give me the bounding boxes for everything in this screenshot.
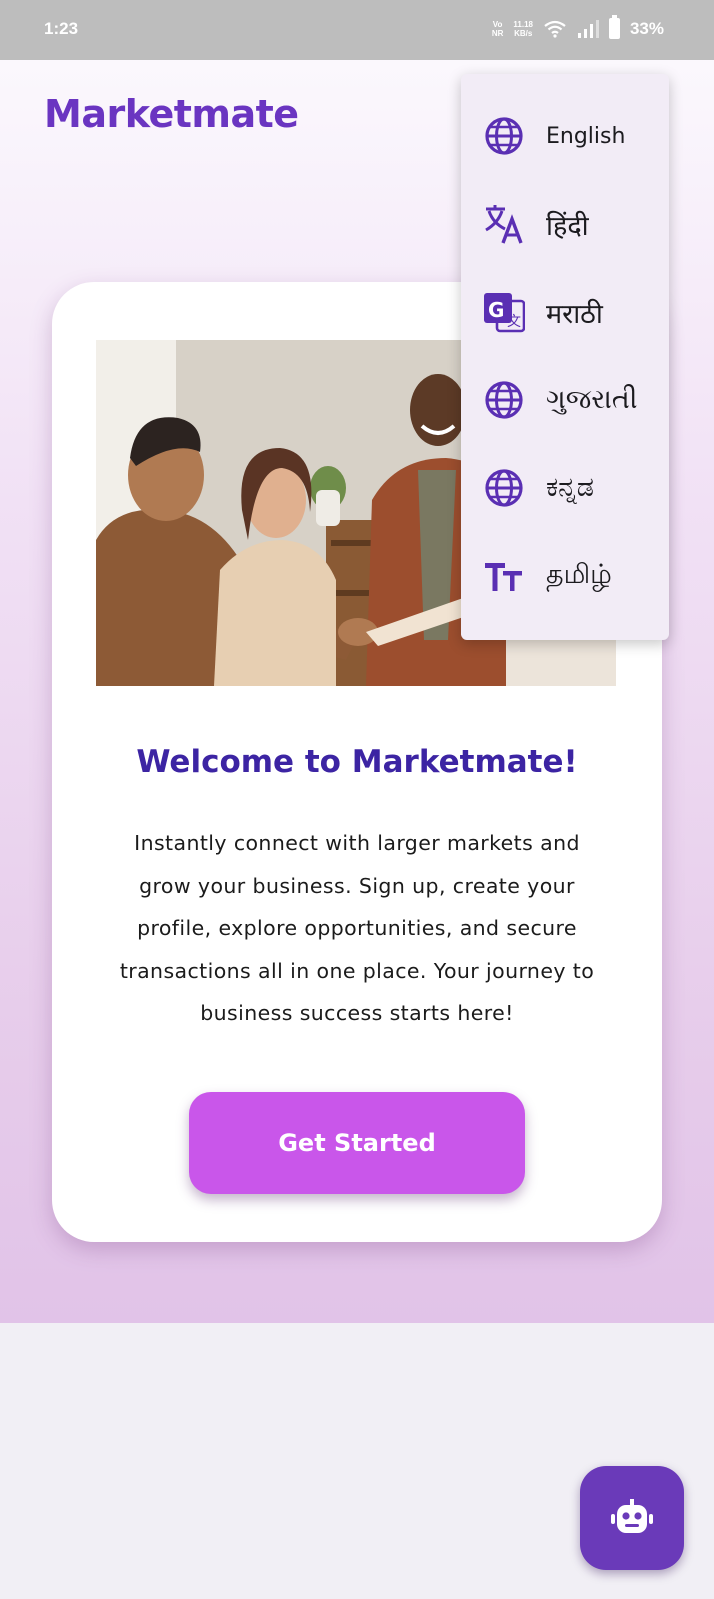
brand-title: Marketmate <box>44 92 299 136</box>
google-translate-icon: G 文 <box>483 291 525 333</box>
status-bar: 1:23 Vo NR 11.18 KB/s 33% <box>0 0 714 60</box>
language-option-marathi[interactable]: G 文 मराठी <box>461 268 669 356</box>
language-label: हिंदी <box>546 210 589 242</box>
language-option-gujarati[interactable]: ગુજરાતી <box>461 356 669 444</box>
language-label: ಕನ್ನಡ <box>546 472 595 503</box>
get-started-button[interactable]: Get Started <box>189 1092 525 1194</box>
language-option-hindi[interactable]: हिंदी <box>461 180 669 268</box>
volte-bottom: NR <box>491 28 504 38</box>
signal-icon <box>577 19 599 38</box>
language-option-kannada[interactable]: ಕನ್ನಡ <box>461 444 669 532</box>
chatbot-button[interactable] <box>580 1466 684 1570</box>
volte-top: Vo <box>492 19 503 29</box>
network-speed-value: 11.18 <box>513 19 533 29</box>
welcome-title: Welcome to Marketmate! <box>136 744 578 780</box>
svg-text:G: G <box>488 298 504 322</box>
svg-text:文: 文 <box>507 314 521 330</box>
language-option-tamil[interactable]: தமிழ் <box>461 532 669 620</box>
text-size-icon <box>483 555 525 597</box>
language-label: English <box>546 123 626 149</box>
language-label: ગુજરાતી <box>546 384 638 415</box>
language-label: தமிழ் <box>546 558 612 590</box>
description-line: business success starts here! <box>200 1001 514 1025</box>
language-menu: English हिंदी G 文 मराठी ગુજરાતી ಕನ್ನಡ தம… <box>461 74 669 640</box>
description-line: transactions all in one place. Your jour… <box>119 958 595 983</box>
status-time: 1:23 <box>44 19 79 38</box>
network-speed: 11.18 KB/s <box>513 20 533 38</box>
battery-icon <box>608 15 620 39</box>
language-label: मराठी <box>546 298 603 330</box>
network-speed-unit: KB/s <box>514 28 533 38</box>
battery-percent: 33% <box>629 18 664 38</box>
wifi-icon <box>544 20 566 38</box>
globe-icon <box>483 379 525 421</box>
robot-icon <box>611 1499 653 1533</box>
description-line: grow your business. Sign up, create your <box>139 873 575 898</box>
globe-icon <box>483 467 525 509</box>
language-option-english[interactable]: English <box>461 92 669 180</box>
translate-icon <box>483 203 525 245</box>
status-indicators: Vo NR 11.18 KB/s 33% <box>492 15 664 39</box>
volte-indicator: Vo NR <box>492 20 504 38</box>
welcome-description: Instantly connect with larger markets an… <box>92 822 622 1035</box>
description-line: profile, explore opportunities, and secu… <box>137 916 577 940</box>
globe-icon <box>483 115 525 157</box>
description-line: Instantly connect with larger markets an… <box>134 831 580 855</box>
